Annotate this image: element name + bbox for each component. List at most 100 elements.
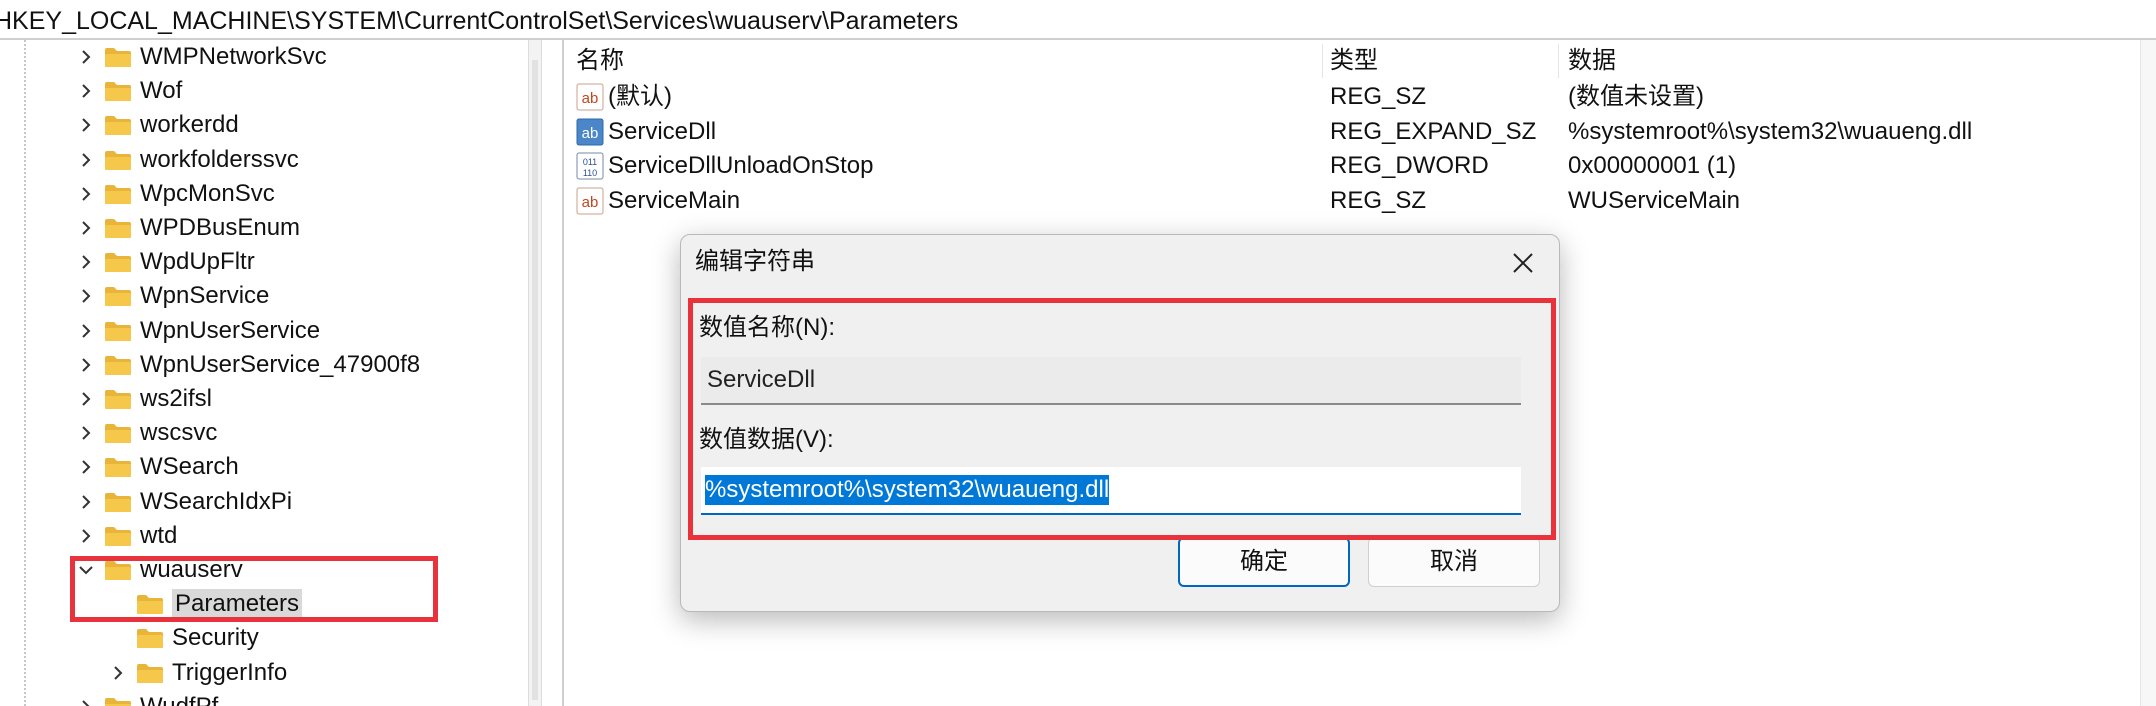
folder-icon (105, 526, 131, 546)
tree-item-label: WpnService (140, 282, 270, 310)
value-row[interactable]: 011 110 ServiceDllUnloadOnStop REG_DWORD 0x0… (566, 149, 2156, 183)
value-name-label: 数值名称(N): (699, 314, 835, 341)
address-path[interactable]: HKEY_LOCAL_MACHINE\SYSTEM\CurrentControl… (0, 6, 958, 36)
folder-icon (105, 253, 131, 273)
tree-item[interactable]: TriggerInfo (0, 656, 532, 690)
cancel-button[interactable]: 取消 (1368, 537, 1540, 587)
tree-item[interactable]: WSearch (0, 450, 532, 484)
folder-icon (105, 150, 131, 170)
tree-item-label: Wof (140, 77, 183, 105)
tree-item[interactable]: WpnUserService (0, 314, 532, 348)
tree-item-label: WudfPf (140, 692, 218, 706)
value-data-cell: WUServiceMain (1568, 186, 1741, 214)
close-icon (1513, 253, 1533, 273)
folder-icon (105, 355, 131, 375)
tree-item[interactable]: WpnUserService_47900f8 (0, 348, 532, 382)
tree-item[interactable]: Parameters (0, 587, 532, 621)
tree-item-label: WpdUpFltr (140, 248, 255, 276)
svg-text:ab: ab (582, 90, 599, 107)
chevron-right-icon[interactable] (74, 143, 98, 177)
svg-text:ab: ab (582, 194, 599, 211)
tree-item[interactable]: WpdUpFltr (0, 245, 532, 279)
value-data-cell: (数值未设置) (1568, 83, 1704, 110)
tree-item[interactable]: WpcMonSvc (0, 177, 532, 211)
folder-icon (105, 48, 131, 67)
folder-icon (105, 116, 131, 136)
chevron-right-icon[interactable] (74, 40, 98, 74)
ok-button[interactable]: 确定 (1178, 537, 1350, 587)
value-name-cell: ServiceDll (608, 117, 717, 145)
tree-item[interactable]: WSearchIdxPi (0, 485, 532, 519)
tree-item-label: Security (172, 624, 259, 652)
address-bar[interactable]: HKEY_LOCAL_MACHINE\SYSTEM\CurrentControl… (0, 0, 2156, 40)
chevron-right-icon[interactable] (74, 348, 98, 382)
tree-item-label: workerdd (140, 111, 239, 139)
tree-item[interactable]: wtd (0, 519, 532, 553)
tree-item[interactable]: WudfPf (0, 690, 532, 706)
string-value-icon: ab (576, 83, 604, 111)
column-separator[interactable] (1558, 44, 1559, 78)
string-value-icon: ab (576, 187, 604, 215)
tree-item[interactable]: Security (0, 621, 532, 655)
value-data-selected-text: %systemroot%\system32\wuaueng.dll (705, 475, 1110, 505)
tree-item[interactable]: ws2ifsl (0, 382, 532, 416)
value-type-cell: REG_SZ (1330, 186, 1427, 214)
folder-icon (137, 629, 163, 649)
chevron-right-icon[interactable] (74, 74, 98, 108)
chevron-right-icon[interactable] (74, 485, 98, 519)
value-data-label: 数值数据(V): (699, 426, 834, 453)
chevron-right-icon[interactable] (74, 108, 98, 142)
folder-icon (105, 561, 131, 580)
tree-item[interactable]: Wof (0, 74, 532, 108)
tree-item-label: Parameters (172, 589, 303, 620)
chevron-right-icon[interactable] (74, 211, 98, 245)
chevron-right-icon[interactable] (74, 314, 98, 348)
tree-item[interactable]: workfolderssvc (0, 143, 532, 177)
value-name-field[interactable]: ServiceDll (701, 357, 1521, 405)
column-header-name[interactable]: 名称 (576, 46, 624, 76)
column-header-data[interactable]: 数据 (1568, 46, 1616, 76)
chevron-down-icon[interactable] (74, 553, 98, 587)
tree-scrollbar[interactable] (528, 40, 542, 706)
folder-icon (105, 287, 131, 307)
tree-item[interactable]: wscsvc (0, 416, 532, 450)
column-header-type[interactable]: 类型 (1330, 46, 1378, 76)
tree-item[interactable]: WpnService (0, 279, 532, 313)
chevron-right-icon[interactable] (74, 279, 98, 313)
chevron-right-icon[interactable] (74, 382, 98, 416)
folder-icon (105, 219, 131, 238)
folder-icon (105, 458, 131, 478)
chevron-right-icon[interactable] (74, 416, 98, 450)
tree-item-label: wtd (140, 521, 178, 549)
tree-item[interactable]: wuauserv (0, 553, 532, 587)
chevron-right-icon[interactable] (74, 245, 98, 279)
column-separator[interactable] (1322, 44, 1323, 78)
chevron-right-icon[interactable] (74, 177, 98, 211)
tree-item[interactable]: workerdd (0, 108, 532, 142)
tree-item-label: workfolderssvc (140, 145, 299, 173)
value-row[interactable]: ab (默认) REG_SZ (数值未设置) (566, 80, 2156, 114)
tree-scrollbar-thumb[interactable] (532, 60, 538, 700)
chevron-right-icon[interactable] (74, 690, 98, 706)
value-row[interactable]: ab ServiceMain REG_SZ WUServiceMain (566, 184, 2156, 218)
chevron-right-icon[interactable] (74, 450, 98, 484)
list-scrollbar[interactable] (2140, 40, 2156, 706)
chevron-right-icon[interactable] (106, 656, 130, 690)
folder-icon (105, 390, 131, 409)
tree-item[interactable]: WPDBusEnum (0, 211, 532, 245)
tree-item-label: TriggerInfo (172, 658, 288, 686)
value-row[interactable]: ab ServiceDll REG_EXPAND_SZ %systemroot%\sy… (566, 115, 2156, 149)
tree-item[interactable]: WMPNetworkSvc (0, 40, 532, 74)
folder-icon (105, 492, 131, 512)
expand-string-value-icon: ab (576, 118, 604, 146)
tree-item-label: wscsvc (140, 419, 218, 447)
folder-icon (105, 321, 131, 341)
pane-divider (562, 40, 564, 706)
dword-value-icon: 011110 (576, 152, 604, 180)
close-button[interactable] (1503, 243, 1543, 283)
svg-text:011: 011 (583, 157, 597, 167)
chevron-right-icon[interactable] (74, 519, 98, 553)
tree-item-label: WMPNetworkSvc (140, 43, 327, 70)
value-name-cell: ServiceMain (608, 186, 741, 214)
value-data-input[interactable]: %systemroot%\system32\wuaueng.dll (701, 467, 1521, 515)
